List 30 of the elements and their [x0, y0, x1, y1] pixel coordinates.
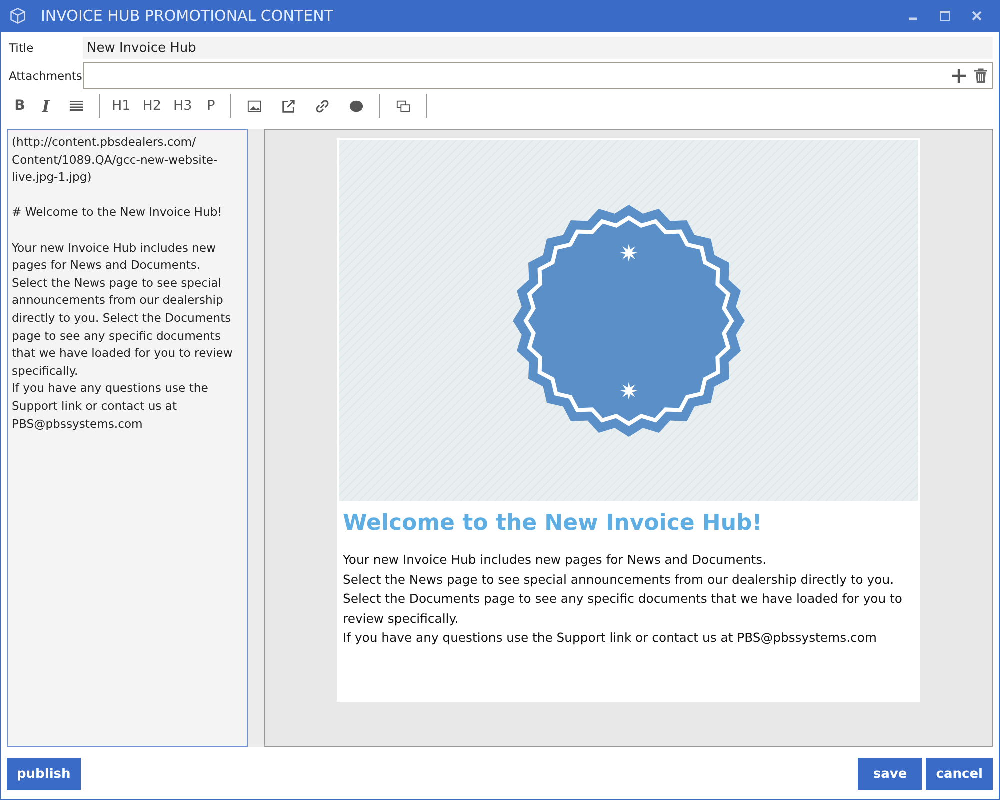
window-icon[interactable] [396, 98, 411, 114]
save-button[interactable]: save [858, 758, 922, 790]
preview-text: Your new Invoice Hub includes new pages for News and Documents. [343, 551, 768, 569]
add-icon[interactable] [951, 68, 967, 84]
trash-icon[interactable] [973, 68, 989, 84]
heading-button[interactable]: H3 [170, 95, 196, 117]
bold-button[interactable]: B [9, 95, 31, 117]
cube-icon [9, 7, 27, 25]
window-title: INVOICE HUB PROMOTIONAL CONTENT [41, 7, 334, 25]
heading-button[interactable]: H2 [138, 95, 166, 117]
publish-button[interactable]: publish [7, 758, 81, 790]
preview-text: Select the News page to see special announcements from our dealership directly to you. [343, 570, 896, 589]
image-icon[interactable] [246, 98, 262, 114]
cancel-button[interactable]: cancel [926, 758, 993, 790]
align-icon[interactable] [68, 98, 84, 114]
preview-heading: Welcome to the New Invoice Hub! [343, 511, 764, 536]
markdown-editor[interactable]: (http://content.pbsdealers.com/ Content/1089.QA/gcc-new-website-live.jpg-1.jpg) # Welcome to the New Invoice Hub! Your new Invoice Hub includes new pages for News and Documents. Select the News page to see special announcements from our dealership directly to you. Select the Documents page to see any specific documents that we have loaded for you to review specifically. If you have any questions use the Support link or contact us at PBS@pbssystems.com [7, 129, 248, 747]
attachments-field[interactable] [83, 62, 993, 89]
field-label: Title [9, 41, 35, 55]
link-icon[interactable] [314, 98, 330, 114]
heading-button[interactable]: H1 [108, 95, 135, 117]
italic-button[interactable]: I [35, 95, 57, 117]
preview-text: If you have any questions use the Support link or contact us at PBS@pbssystems.com [343, 629, 878, 648]
title-field[interactable]: New Invoice Hub [83, 37, 993, 59]
close-icon[interactable] [971, 10, 983, 22]
external-link-icon[interactable] [280, 98, 296, 114]
circle-icon[interactable] [348, 98, 364, 114]
heading-button[interactable]: P [200, 95, 222, 117]
maximize-icon[interactable] [939, 10, 951, 22]
preview-text: Select the Documents page to see any specific documents that we have loaded for you to review specifically. [343, 590, 904, 628]
